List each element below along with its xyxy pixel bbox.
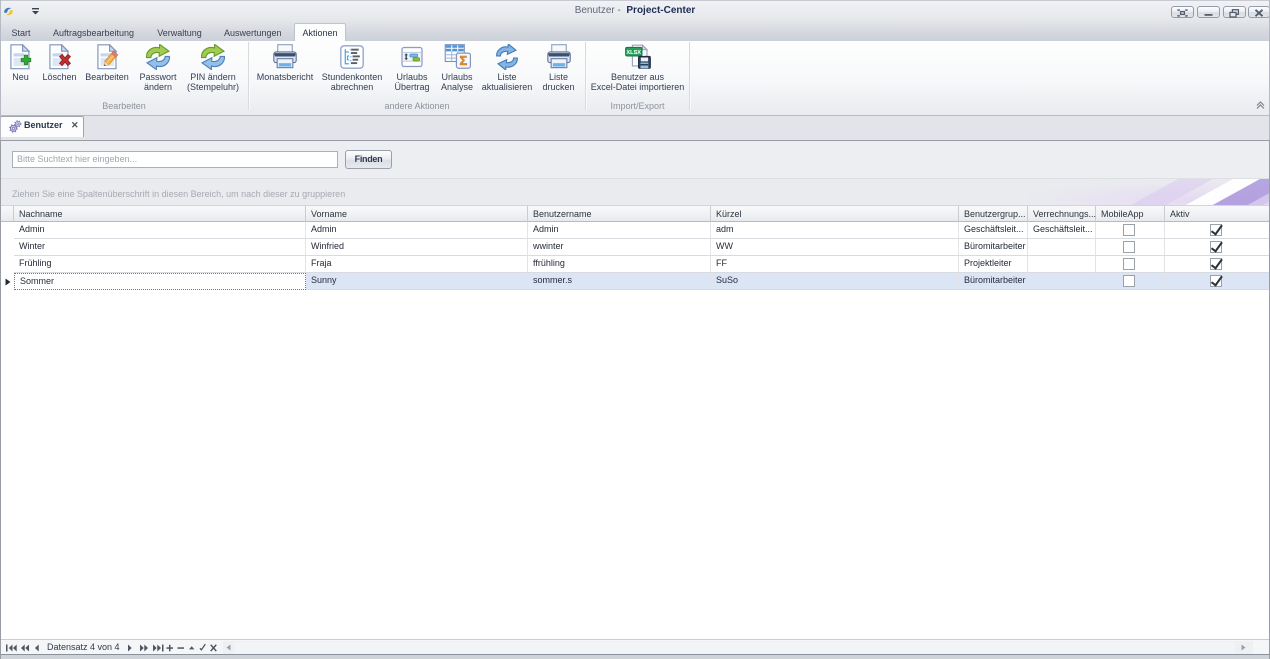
svg-text:Σ: Σ <box>459 53 467 68</box>
svg-text:XLSX: XLSX <box>626 50 641 56</box>
